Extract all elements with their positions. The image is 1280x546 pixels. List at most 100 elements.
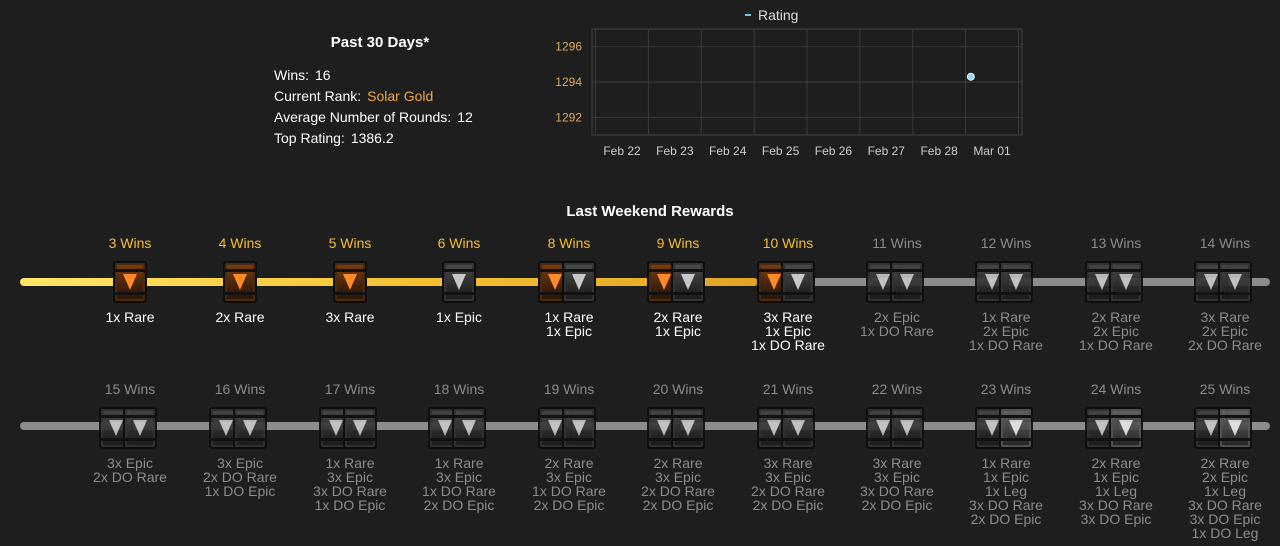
reward-line: 1x Rare bbox=[544, 309, 594, 325]
x-tick-label: Feb 22 bbox=[603, 144, 641, 158]
chest-emblem-icon bbox=[1009, 420, 1023, 436]
reward-line: 2x DO Epic bbox=[423, 497, 495, 513]
reward-tier-wins: 23 Wins bbox=[980, 381, 1032, 397]
reward-tier[interactable]: 13 Wins 2x Rare 2x Epic 1x DO Rare bbox=[1061, 234, 1171, 352]
reward-chests bbox=[295, 256, 405, 308]
reward-tier[interactable]: 5 Wins 3x Rare bbox=[295, 234, 405, 324]
stat-rounds-label: Average Number of Rounds: bbox=[274, 109, 452, 125]
reward-chests bbox=[75, 402, 185, 454]
stat-top-rating-value: 1386.2 bbox=[350, 130, 394, 146]
reward-line: 1x Leg bbox=[984, 483, 1028, 499]
reward-chests bbox=[733, 256, 843, 308]
reward-line: 3x Rare bbox=[763, 309, 813, 325]
chest-emblem-icon bbox=[462, 420, 476, 436]
chest-dorare-icon bbox=[890, 261, 924, 303]
reward-line: 3x Rare bbox=[763, 455, 813, 471]
reward-tier-contents: 3x Epic 2x DO Rare bbox=[75, 456, 185, 484]
reward-tier[interactable]: 14 Wins 3x Rare 2x Epic 2x DO Rare bbox=[1170, 234, 1280, 352]
chest-emblem-icon bbox=[1119, 420, 1133, 436]
reward-tier[interactable]: 25 Wins 2x Rare 2x Epic 1x Leg 3x DO Rare 3x … bbox=[1170, 380, 1280, 540]
reward-line: 3x Epic bbox=[765, 469, 811, 485]
chest-band bbox=[999, 292, 1033, 295]
reward-tier-wins: 25 Wins bbox=[1199, 381, 1251, 397]
y-tick-label: 1296 bbox=[555, 40, 582, 54]
reward-tier[interactable]: 12 Wins 1x Rare 2x Epic 1x DO Rare bbox=[951, 234, 1061, 352]
chest-emblem-icon bbox=[572, 274, 586, 290]
reward-line: 2x Rare bbox=[653, 309, 703, 325]
reward-tier[interactable]: 3 Wins 1x Rare bbox=[75, 234, 185, 324]
reward-tier[interactable]: 16 Wins 3x Epic 2x DO Rare 1x DO Epic bbox=[185, 380, 295, 498]
reward-line: 2x Rare bbox=[544, 455, 594, 471]
reward-tier[interactable]: 24 Wins 2x Rare 1x Epic 1x Leg 3x DO Rare 3x … bbox=[1061, 380, 1171, 526]
reward-line: 1x DO Rare bbox=[751, 337, 825, 353]
chest-emblem-icon bbox=[791, 420, 805, 436]
chest-band bbox=[333, 269, 367, 272]
reward-tier[interactable]: 20 Wins 2x Rare 3x Epic 2x DO Rare 2x DO Epi… bbox=[623, 380, 733, 512]
chest-epic-icon bbox=[781, 407, 815, 449]
reward-line: 1x DO Rare bbox=[860, 323, 934, 339]
chest-emblem-icon bbox=[548, 274, 562, 290]
chart-legend[interactable]: Rating bbox=[745, 7, 798, 23]
reward-line: 3x DO Epic bbox=[1189, 511, 1261, 527]
reward-line: 1x Rare bbox=[325, 455, 375, 471]
reward-line: 1x DO Rare bbox=[969, 337, 1043, 353]
data-point bbox=[966, 72, 975, 81]
reward-line: 3x Epic bbox=[436, 469, 482, 485]
chest-epic-icon bbox=[452, 407, 486, 449]
stat-rounds-value: 12 bbox=[457, 109, 473, 125]
reward-line: 1x DO Rare bbox=[422, 483, 496, 499]
reward-tier-wins: 15 Wins bbox=[104, 381, 156, 397]
reward-tier[interactable]: 9 Wins 2x Rare 1x Epic bbox=[623, 234, 733, 338]
chest-band bbox=[562, 415, 596, 418]
reward-tier[interactable]: 4 Wins 2x Rare bbox=[185, 234, 295, 324]
reward-tier[interactable]: 6 Wins 1x Epic bbox=[404, 234, 514, 324]
reward-tier[interactable]: 8 Wins 1x Rare 1x Epic bbox=[514, 234, 624, 338]
stat-wins: Wins: 16 bbox=[274, 67, 331, 83]
stat-wins-value: 16 bbox=[315, 67, 331, 83]
chest-emblem-icon bbox=[657, 420, 671, 436]
chest-emblem-icon bbox=[243, 420, 257, 436]
legend-marker-icon bbox=[745, 14, 751, 17]
chest-emblem-icon bbox=[233, 274, 247, 290]
reward-tier-contents: 2x Rare bbox=[185, 310, 295, 324]
chest-band bbox=[113, 269, 147, 272]
chest-emblem-icon bbox=[353, 420, 367, 436]
reward-line: 1x Leg bbox=[1094, 483, 1138, 499]
x-tick-label: Feb 23 bbox=[656, 144, 694, 158]
reward-tier[interactable]: 10 Wins 3x Rare 1x Epic 1x DO Rare bbox=[733, 234, 843, 352]
reward-chests bbox=[185, 402, 295, 454]
chest-band bbox=[223, 292, 257, 295]
chest-band bbox=[1109, 269, 1143, 272]
reward-tier-contents: 2x Rare 3x Epic 2x DO Rare 2x DO Epic bbox=[623, 456, 733, 512]
chest-epic-icon bbox=[671, 261, 705, 303]
reward-tier[interactable]: 11 Wins 2x Epic 1x DO Rare bbox=[842, 234, 952, 338]
chest-emblem-icon bbox=[572, 420, 586, 436]
reward-line: 3x Rare bbox=[1200, 309, 1250, 325]
reward-tier-contents: 2x Rare 3x Epic 1x DO Rare 2x DO Epic bbox=[514, 456, 624, 512]
reward-line: 2x DO Epic bbox=[642, 497, 714, 513]
reward-line: 2x Rare bbox=[1200, 455, 1250, 471]
reward-tier[interactable]: 23 Wins 1x Rare 1x Epic 1x Leg 3x DO Rare 2x … bbox=[951, 380, 1061, 526]
x-tick-label: Feb 25 bbox=[762, 144, 800, 158]
reward-line: 3x DO Rare bbox=[313, 483, 387, 499]
chest-band bbox=[562, 269, 596, 272]
chest-band bbox=[233, 415, 267, 418]
chest-emblem-icon bbox=[438, 420, 452, 436]
reward-tier-wins: 13 Wins bbox=[1090, 235, 1142, 251]
reward-tier[interactable]: 17 Wins 1x Rare 3x Epic 3x DO Rare 1x DO Epi… bbox=[295, 380, 405, 512]
chest-emblem-icon bbox=[452, 274, 466, 290]
reward-tier[interactable]: 19 Wins 2x Rare 3x Epic 1x DO Rare 2x DO Epi… bbox=[514, 380, 624, 512]
reward-line: 2x Epic bbox=[1093, 323, 1139, 339]
reward-tier[interactable]: 22 Wins 3x Rare 3x Epic 3x DO Rare 2x DO Epi… bbox=[842, 380, 952, 512]
reward-tier[interactable]: 21 Wins 3x Rare 3x Epic 2x DO Rare 2x DO Epi… bbox=[733, 380, 843, 512]
chest-emblem-icon bbox=[876, 420, 890, 436]
chest-band bbox=[671, 438, 705, 441]
chest-emblem-icon bbox=[133, 420, 147, 436]
reward-line: 2x Rare bbox=[215, 309, 265, 325]
reward-line: 1x DO Epic bbox=[204, 483, 276, 499]
reward-line: 2x Epic bbox=[1202, 469, 1248, 485]
reward-tier-contents: 2x Rare 2x Epic 1x DO Rare bbox=[1061, 310, 1171, 352]
reward-tier[interactable]: 18 Wins 1x Rare 3x Epic 1x DO Rare 2x DO Epi… bbox=[404, 380, 514, 512]
chest-band bbox=[1218, 269, 1252, 272]
reward-tier[interactable]: 15 Wins 3x Epic 2x DO Rare bbox=[75, 380, 185, 484]
